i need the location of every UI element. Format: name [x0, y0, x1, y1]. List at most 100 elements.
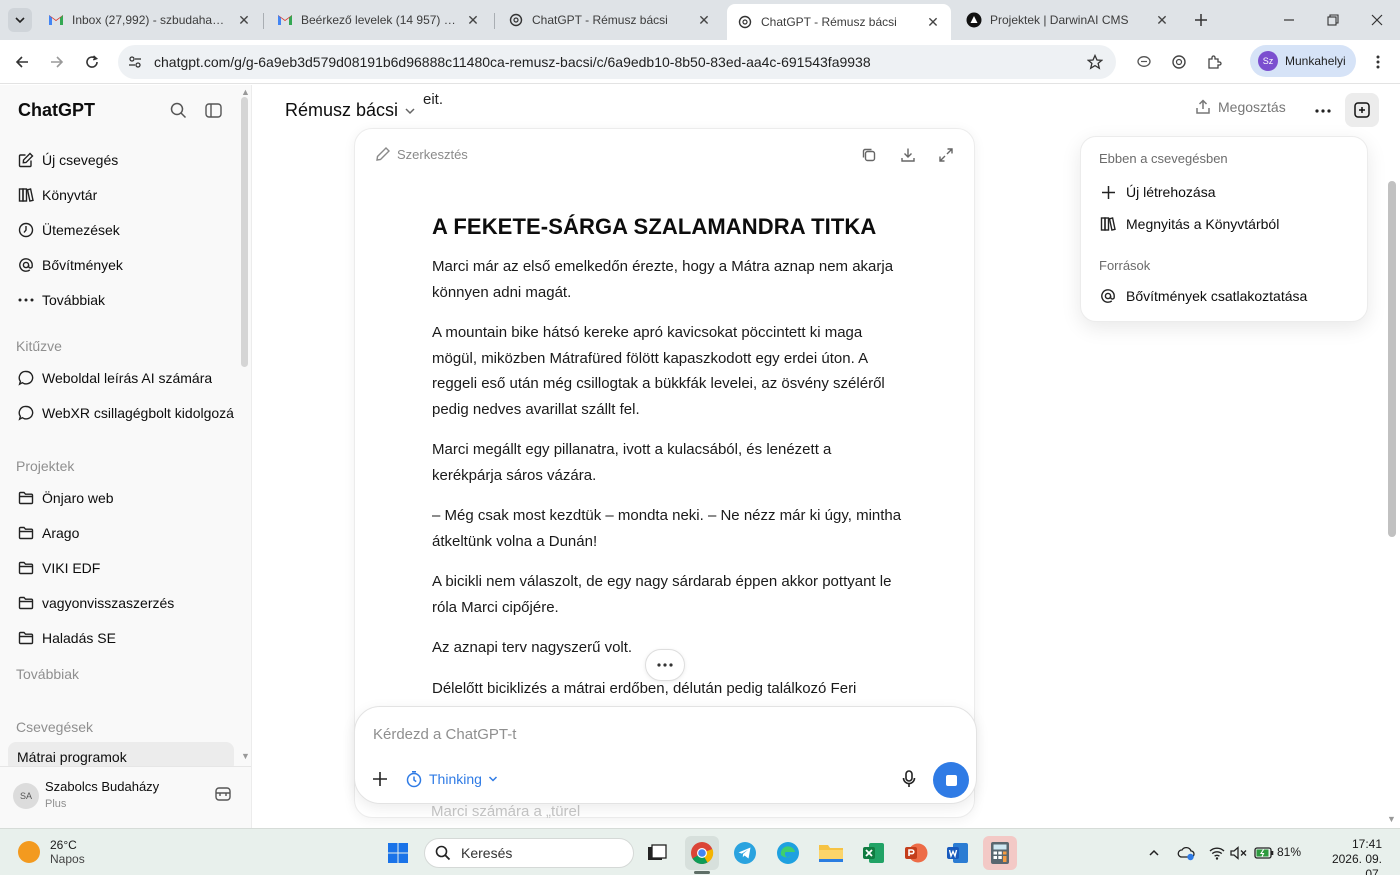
dictate-button[interactable] — [898, 768, 920, 790]
bookmark-star-icon[interactable] — [1082, 49, 1108, 75]
taskbar-search[interactable]: Keresés — [424, 838, 634, 868]
main-scrollbar[interactable] — [1388, 181, 1396, 537]
address-bar[interactable]: chatgpt.com/g/g-6a9eb3d579d08191b6d96888… — [118, 45, 1116, 79]
new-chat-icon — [17, 151, 35, 169]
canvas-content[interactable]: A FEKETE-SÁRGA SZALAMANDRA TITKA Marci m… — [432, 214, 902, 716]
new-tab-button[interactable] — [1190, 9, 1212, 31]
message-composer[interactable]: Kérdezd a ChatGPT-t Thinking — [354, 706, 977, 804]
vertical-dots-icon — [1376, 55, 1380, 69]
taskbar-app-powerpoint[interactable] — [899, 836, 933, 870]
back-button[interactable] — [10, 50, 34, 74]
profile-button[interactable]: Sz Munkahelyi — [1250, 45, 1356, 77]
tray-volume[interactable] — [1229, 843, 1249, 863]
site-info-icon[interactable] — [122, 49, 148, 75]
sidebar-toggle-icon — [204, 102, 222, 118]
reload-icon — [86, 55, 99, 68]
create-new-item[interactable]: Új létrehozása — [1099, 183, 1216, 201]
chatgpt-icon — [737, 14, 753, 30]
project-item[interactable]: Önjaro web — [8, 482, 234, 514]
system-clock[interactable]: 17:41 2026. 09. 07. — [1316, 837, 1382, 875]
search-button[interactable] — [167, 99, 189, 121]
close-icon[interactable]: ✕ — [925, 14, 941, 30]
extension-button[interactable] — [1132, 50, 1156, 74]
sidebar-item-more[interactable]: Továbbiak — [8, 284, 234, 316]
download-button[interactable] — [897, 144, 919, 166]
sidebar-item-schedules[interactable]: Ütemezések — [8, 214, 234, 246]
browser-tab[interactable]: ChatGPT - Rémusz bácsi ✕ — [498, 5, 722, 35]
gpt-selector[interactable]: Rémusz bácsi — [285, 100, 416, 121]
prompt-input[interactable]: Kérdezd a ChatGPT-t — [373, 726, 516, 743]
taskbar-app-calculator[interactable] — [983, 836, 1017, 870]
open-from-library-item[interactable]: Megnyitás a Könyvtárból — [1099, 215, 1279, 233]
tray-wifi[interactable] — [1207, 843, 1227, 863]
extensions-menu-button[interactable] — [1202, 50, 1226, 74]
browser-tab-active[interactable]: ChatGPT - Rémusz bácsi ✕ — [727, 4, 951, 40]
workspace-icon[interactable] — [214, 785, 234, 805]
canvas-toggle-button[interactable] — [1345, 93, 1379, 127]
attach-button[interactable] — [369, 768, 391, 790]
thinking-mode-button[interactable]: Thinking — [405, 767, 498, 791]
project-item[interactable]: Haladás SE — [8, 622, 234, 654]
stop-generating-button[interactable] — [933, 762, 969, 798]
sidebar-item-new-chat[interactable]: Új csevegés — [8, 144, 234, 176]
projects-section-title: Projektek — [16, 458, 75, 474]
reload-button[interactable] — [80, 50, 104, 74]
minimize-button[interactable] — [1277, 8, 1301, 32]
share-button[interactable]: Megosztás — [1195, 99, 1286, 115]
microphone-icon — [902, 770, 916, 787]
close-window-button[interactable] — [1365, 8, 1389, 32]
project-item[interactable]: vagyonvisszaszerzés — [8, 587, 234, 619]
user-account-button[interactable]: SA Szabolcs Budaházy Plus — [0, 766, 251, 828]
scroll-down-arrow-icon[interactable]: ▼ — [1387, 814, 1396, 824]
conversation-menu-button[interactable] — [1311, 99, 1335, 123]
expand-button[interactable] — [935, 144, 957, 166]
toggle-sidebar-button[interactable] — [202, 99, 224, 121]
sidebar-item-extensions[interactable]: Bővítmények — [8, 249, 234, 281]
tray-battery[interactable] — [1254, 843, 1274, 863]
scroll-down-arrow-icon[interactable]: ▼ — [241, 751, 250, 761]
tab-search-button[interactable] — [8, 8, 32, 32]
url-text[interactable]: chatgpt.com/g/g-6a9eb3d579d08191b6d96888… — [154, 54, 1082, 70]
chevron-down-icon — [15, 17, 25, 24]
browser-tab[interactable]: Beérkező levelek (14 957) - szb ✕ — [267, 5, 491, 35]
scroll-up-arrow-icon[interactable]: ▲ — [241, 87, 250, 97]
taskbar-app-file-explorer[interactable] — [814, 836, 848, 870]
taskbar-app-edge[interactable] — [771, 836, 805, 870]
show-hidden-icons-button[interactable] — [1144, 843, 1164, 863]
copy-button[interactable] — [858, 144, 880, 166]
extension-button[interactable] — [1167, 50, 1191, 74]
close-icon[interactable]: ✕ — [696, 12, 712, 28]
projects-more-link[interactable]: Továbbiak — [16, 666, 79, 682]
document-paragraph: A mountain bike hátsó kereke apró kavics… — [432, 324, 885, 418]
canvas-actions-button[interactable] — [645, 649, 685, 681]
sidebar-scrollbar[interactable] — [241, 97, 248, 367]
restore-button[interactable] — [1321, 8, 1345, 32]
pinned-item[interactable]: Weboldal leírás AI számára — [8, 362, 234, 394]
taskbar-app-telegram[interactable] — [728, 836, 762, 870]
forward-button[interactable] — [45, 50, 69, 74]
project-item[interactable]: Arago — [8, 517, 234, 549]
sidebar-item-library[interactable]: Könyvtár — [8, 179, 234, 211]
weather-temperature: 26°C — [50, 838, 77, 852]
taskbar-app-task-view[interactable] — [640, 836, 674, 870]
edit-button[interactable]: Szerkesztés — [375, 146, 468, 162]
project-item[interactable]: VIKI EDF — [8, 552, 234, 584]
taskbar-app-chrome[interactable] — [685, 836, 719, 870]
taskbar-app-excel[interactable] — [857, 836, 891, 870]
start-button[interactable] — [381, 836, 415, 870]
browser-tab[interactable]: Projektek | DarwinAI CMS ✕ — [956, 5, 1180, 35]
connect-extensions-item[interactable]: Bővítmények csatlakoztatása — [1099, 287, 1307, 305]
tab-title: Inbox (27,992) - szbudahazy@a — [72, 13, 230, 27]
close-icon[interactable]: ✕ — [1154, 12, 1170, 28]
pinned-item[interactable]: WebXR csillagégbolt kidolgozása — [8, 397, 234, 429]
close-icon[interactable]: ✕ — [236, 12, 252, 28]
pinned-section-title: Kitűzve — [16, 338, 62, 354]
browser-tab[interactable]: Inbox (27,992) - szbudahazy@a ✕ — [38, 5, 262, 35]
taskbar-app-word[interactable] — [941, 836, 975, 870]
weather-widget[interactable]: 26°C Napos — [18, 838, 85, 866]
browser-menu-button[interactable] — [1366, 50, 1390, 74]
tray-onedrive[interactable] — [1176, 843, 1196, 863]
close-icon[interactable]: ✕ — [465, 12, 481, 28]
sidebar-item-label: Továbbiak — [42, 292, 106, 308]
search-icon — [170, 102, 186, 118]
